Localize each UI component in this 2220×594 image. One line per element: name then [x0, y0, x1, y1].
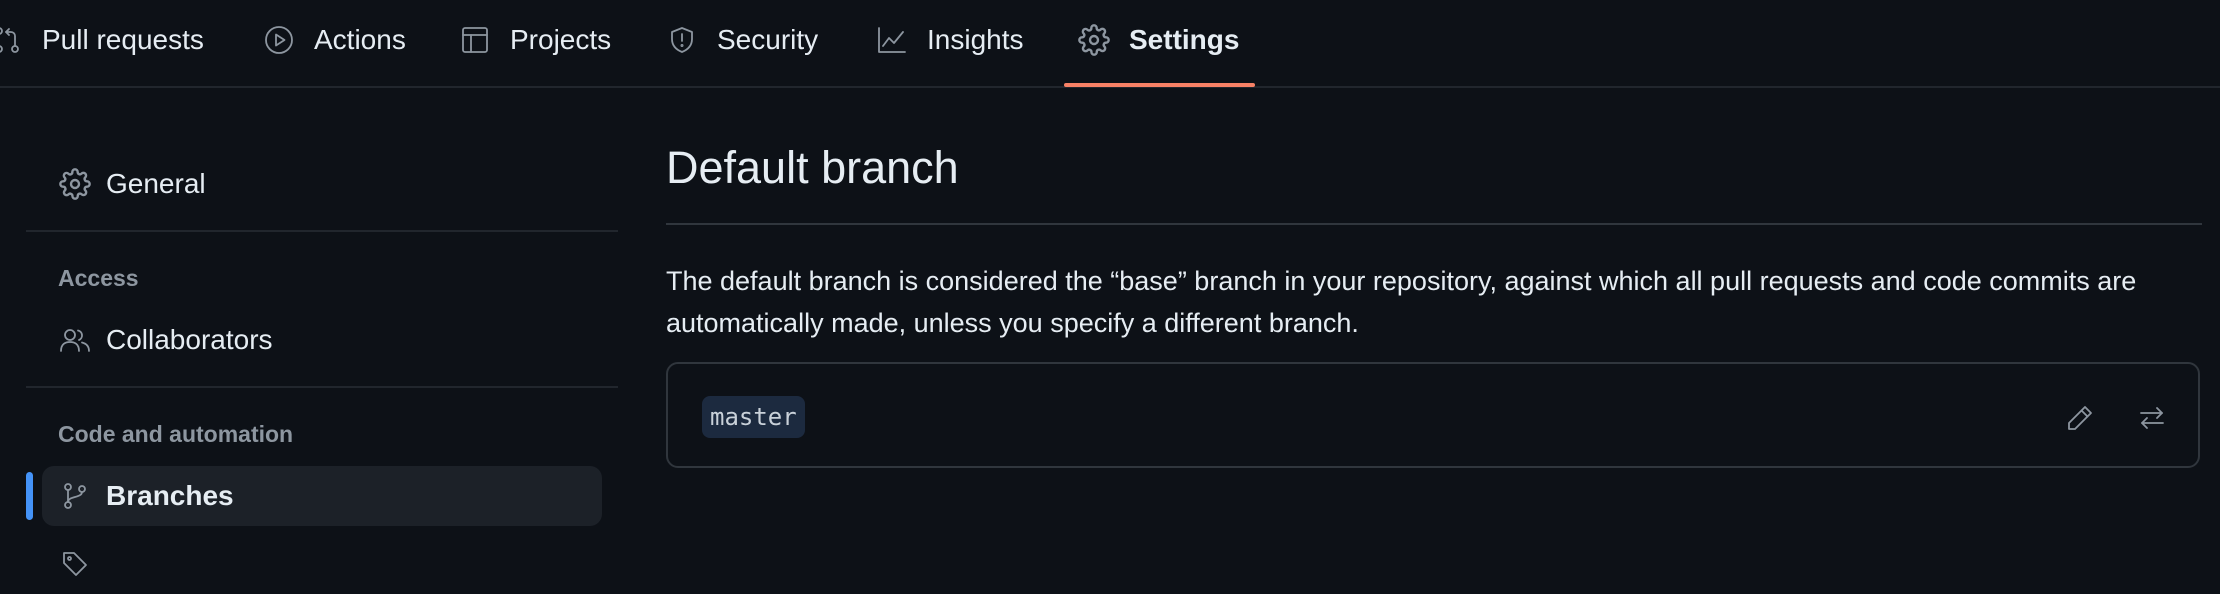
switch-branch-button[interactable]	[2130, 396, 2174, 440]
edit-branch-button[interactable]	[2058, 396, 2102, 440]
table-icon	[458, 23, 492, 57]
default-branch-box: master	[666, 362, 2200, 468]
sidebar-divider	[26, 230, 618, 232]
people-icon	[58, 323, 92, 357]
sidebar-item-collaborators[interactable]: Collaborators	[42, 310, 602, 370]
tab-projects[interactable]: Projects	[458, 0, 611, 80]
sidebar-heading-code-automation: Code and automation	[58, 421, 294, 447]
page-title: Default branch	[666, 142, 959, 193]
tab-label: Settings	[1129, 24, 1240, 55]
sidebar-heading-access: Access	[58, 265, 139, 291]
tab-label: Projects	[510, 24, 612, 55]
sidebar-item-general[interactable]: General	[42, 154, 602, 214]
sidebar-item-label: General	[106, 168, 206, 199]
play-icon	[262, 23, 296, 57]
tab-label: Insights	[927, 24, 1024, 55]
default-branch-name: master	[702, 396, 805, 438]
sidebar-item-branches[interactable]: Branches	[42, 466, 602, 526]
gear-icon	[58, 167, 92, 201]
sidebar-divider	[26, 386, 618, 388]
sidebar-item-label: Collaborators	[106, 324, 273, 355]
pencil-icon	[2065, 403, 2095, 433]
graph-icon	[875, 23, 909, 57]
sidebar-item-label: Branches	[106, 480, 234, 511]
tab-security[interactable]: Security	[665, 0, 818, 80]
active-tab-underline	[1064, 83, 1255, 87]
gear-icon	[1077, 23, 1111, 57]
tag-icon	[58, 547, 92, 581]
tab-actions[interactable]: Actions	[262, 0, 406, 80]
git-branch-icon	[58, 479, 92, 513]
tab-pull-requests[interactable]: Pull requests	[0, 0, 204, 80]
shield-icon	[665, 23, 699, 57]
repo-nav: Pull requests Actions Projects Security …	[0, 0, 2220, 88]
tab-label: Actions	[314, 24, 406, 55]
default-branch-description: The default branch is considered the “ba…	[666, 266, 2137, 338]
tab-settings[interactable]: Settings	[1077, 0, 1239, 80]
sidebar-active-indicator	[26, 472, 33, 520]
tab-label: Security	[717, 24, 819, 55]
title-divider	[666, 223, 2202, 225]
tab-label: Pull requests	[42, 24, 204, 55]
git-pull-request-icon	[0, 23, 24, 57]
sidebar-item-next-partial[interactable]	[42, 534, 602, 594]
arrow-switch-icon	[2137, 403, 2167, 433]
tab-insights[interactable]: Insights	[875, 0, 1024, 80]
